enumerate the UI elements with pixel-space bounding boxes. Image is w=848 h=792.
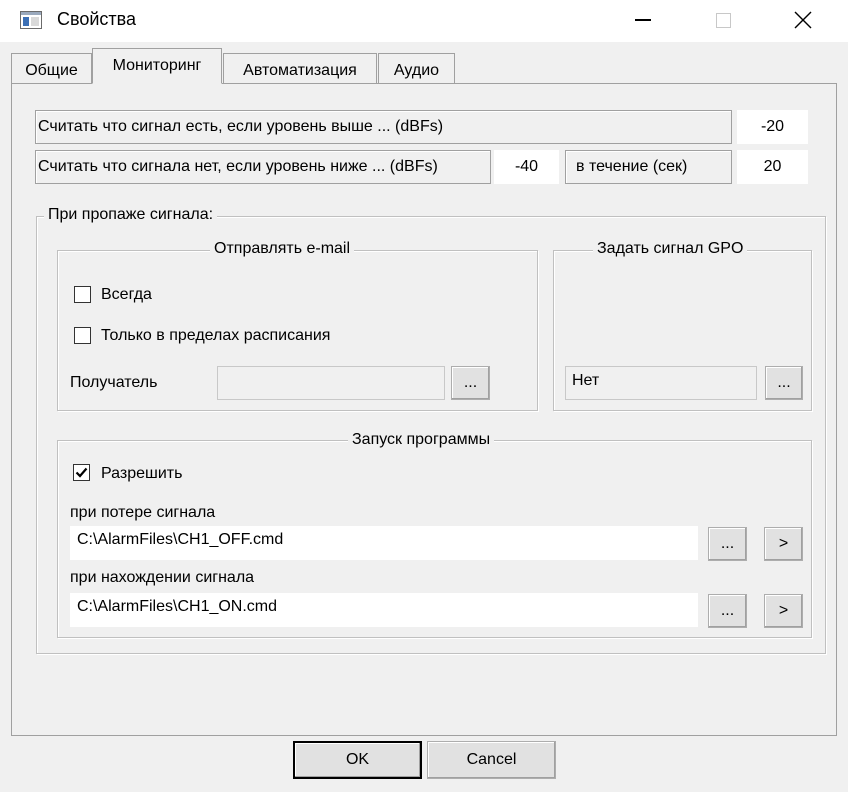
on-loss-run-button[interactable]: > xyxy=(764,527,803,561)
signal-absent-input[interactable]: -40 xyxy=(494,150,559,184)
schedule-checkbox[interactable] xyxy=(74,327,91,344)
signal-loss-title: При пропаже сигнала: xyxy=(44,206,218,224)
duration-input[interactable]: 20 xyxy=(737,150,808,184)
on-found-browse-button[interactable]: ... xyxy=(708,594,747,628)
cancel-button[interactable]: Cancel xyxy=(427,741,556,779)
signal-present-label: Считать что сигнал есть, если уровень вы… xyxy=(35,110,732,144)
email-group-title: Отправлять e-mail xyxy=(210,240,355,258)
recipient-browse-button[interactable]: ... xyxy=(451,366,490,400)
signal-absent-label: Считать что сигнала нет, если уровень ни… xyxy=(35,150,491,184)
gpo-value[interactable]: Нет xyxy=(565,366,757,400)
gpo-group-title: Задать сигнал GPO xyxy=(593,240,748,258)
on-loss-label: при потере сигнала xyxy=(70,504,216,521)
enable-program-label: Разрешить xyxy=(101,465,183,482)
on-found-run-button[interactable]: > xyxy=(764,594,803,628)
checkmark-icon xyxy=(75,467,88,478)
ok-button[interactable]: OK xyxy=(293,741,422,779)
enable-program-checkbox[interactable] xyxy=(73,464,90,481)
always-checkbox[interactable] xyxy=(74,286,91,303)
on-loss-browse-button[interactable]: ... xyxy=(708,527,747,561)
on-found-path-input[interactable]: C:\AlarmFiles\CH1_ON.cmd xyxy=(70,593,698,627)
recipient-label: Получатель xyxy=(70,374,158,391)
always-label: Всегда xyxy=(101,286,152,303)
on-found-label: при нахождении сигнала xyxy=(70,569,255,586)
gpo-browse-button[interactable]: ... xyxy=(765,366,803,400)
on-loss-path-input[interactable]: C:\AlarmFiles\CH1_OFF.cmd xyxy=(70,526,698,560)
schedule-label: Только в пределах расписания xyxy=(101,327,331,344)
signal-present-input[interactable]: -20 xyxy=(737,110,808,144)
duration-label: в течение (сек) xyxy=(565,150,732,184)
program-group-title: Запуск программы xyxy=(348,431,495,449)
recipient-input[interactable] xyxy=(217,366,445,400)
